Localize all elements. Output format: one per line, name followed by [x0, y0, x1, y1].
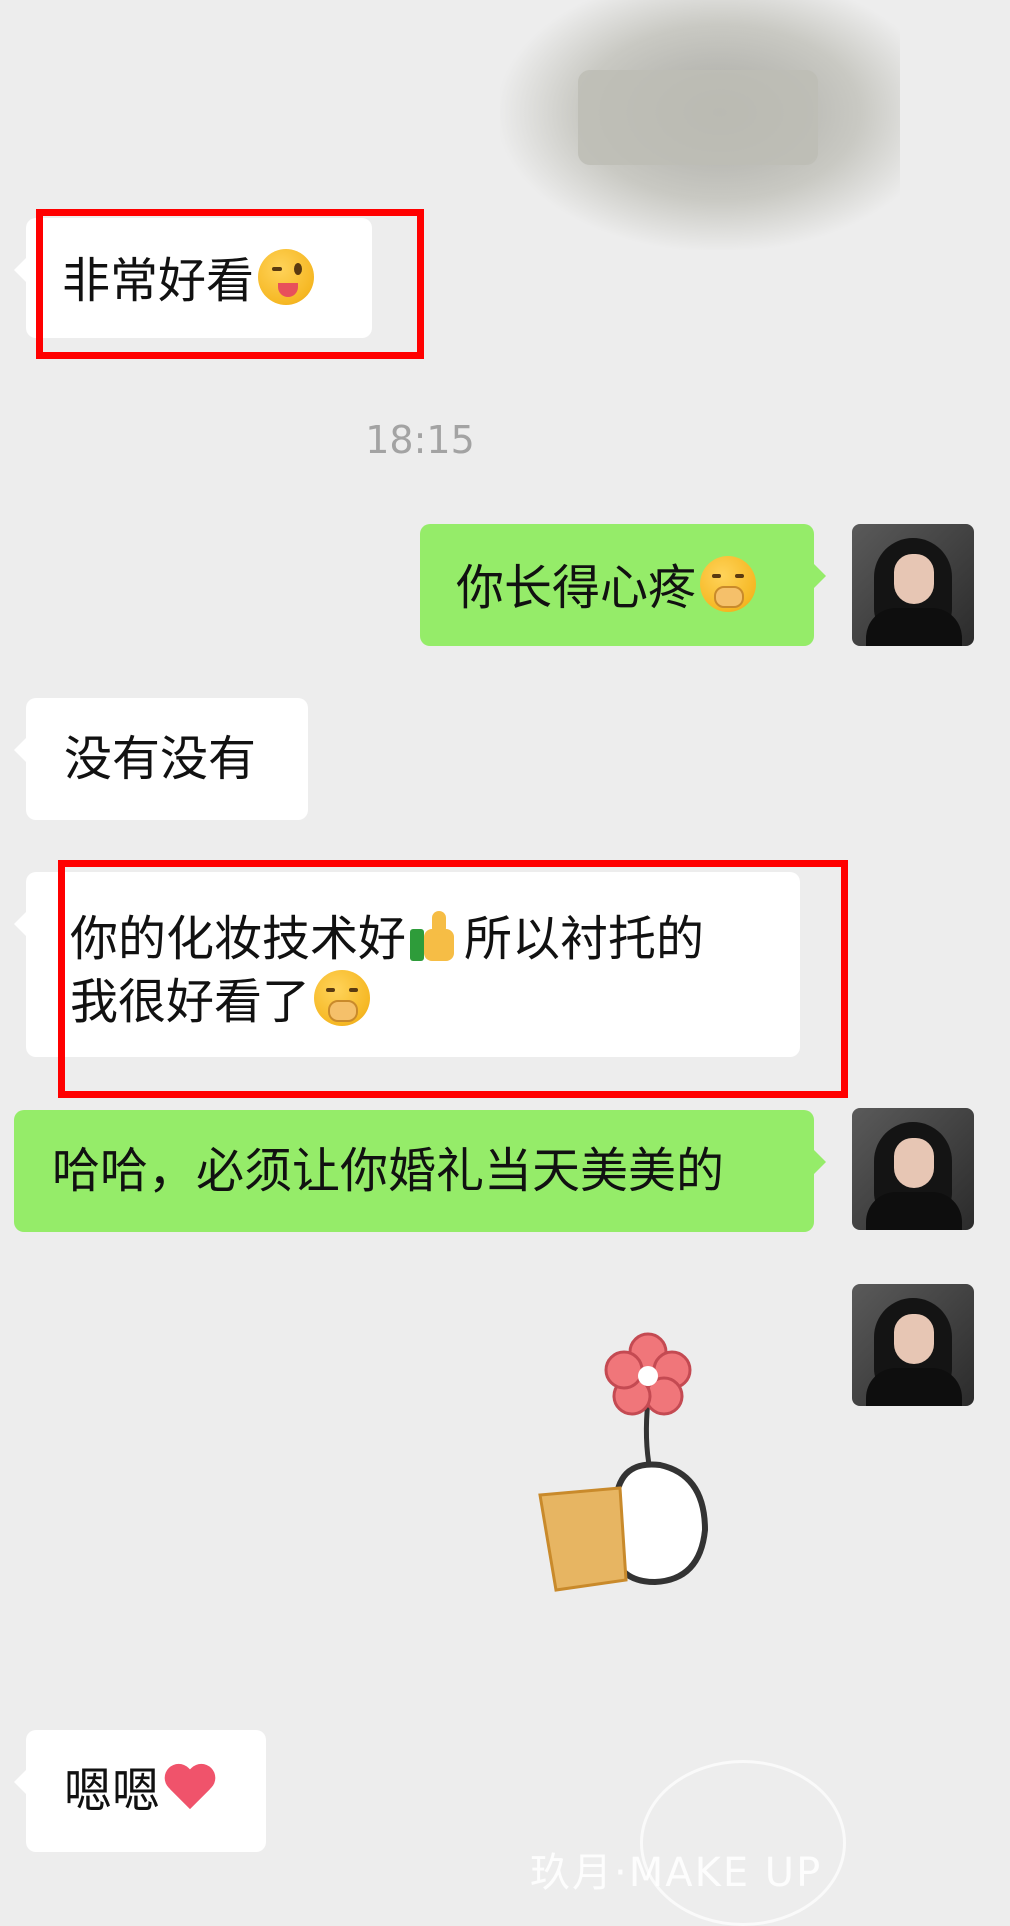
hand-holding-flower-sticker[interactable]: [520, 1330, 730, 1610]
message-text: 没有没有: [64, 731, 257, 787]
outgoing-message-bubble[interactable]: 你长得心疼: [420, 524, 826, 646]
bubble-tail: [14, 912, 26, 936]
message-text: 哈哈，必须让你婚礼当天美美的: [52, 1143, 725, 1199]
highlight-box: [36, 209, 424, 359]
message-text: 嗯嗯: [64, 1763, 161, 1819]
watermark-text: 玖月·MAKE UP: [530, 1850, 823, 1896]
avatar[interactable]: [852, 1284, 974, 1406]
incoming-message-bubble[interactable]: 没有没有: [14, 698, 308, 820]
avatar[interactable]: [852, 1108, 974, 1230]
avatar[interactable]: [852, 524, 974, 646]
incoming-message-bubble[interactable]: 嗯嗯: [14, 1730, 266, 1852]
bubble-tail: [814, 1150, 826, 1174]
highlight-box: [58, 860, 848, 1098]
face-with-hand-over-mouth-icon: [700, 556, 757, 612]
blurred-image-content: [578, 70, 818, 165]
message-text: 你长得心疼: [456, 560, 697, 616]
red-heart-icon: [164, 1765, 216, 1813]
timestamp: 18:15: [365, 418, 475, 462]
outgoing-message-bubble[interactable]: 哈哈，必须让你婚礼当天美美的: [14, 1110, 826, 1232]
bubble-tail: [14, 738, 26, 762]
bubble-tail: [14, 258, 26, 282]
bubble-tail: [814, 564, 826, 588]
bubble-tail: [14, 1770, 26, 1794]
